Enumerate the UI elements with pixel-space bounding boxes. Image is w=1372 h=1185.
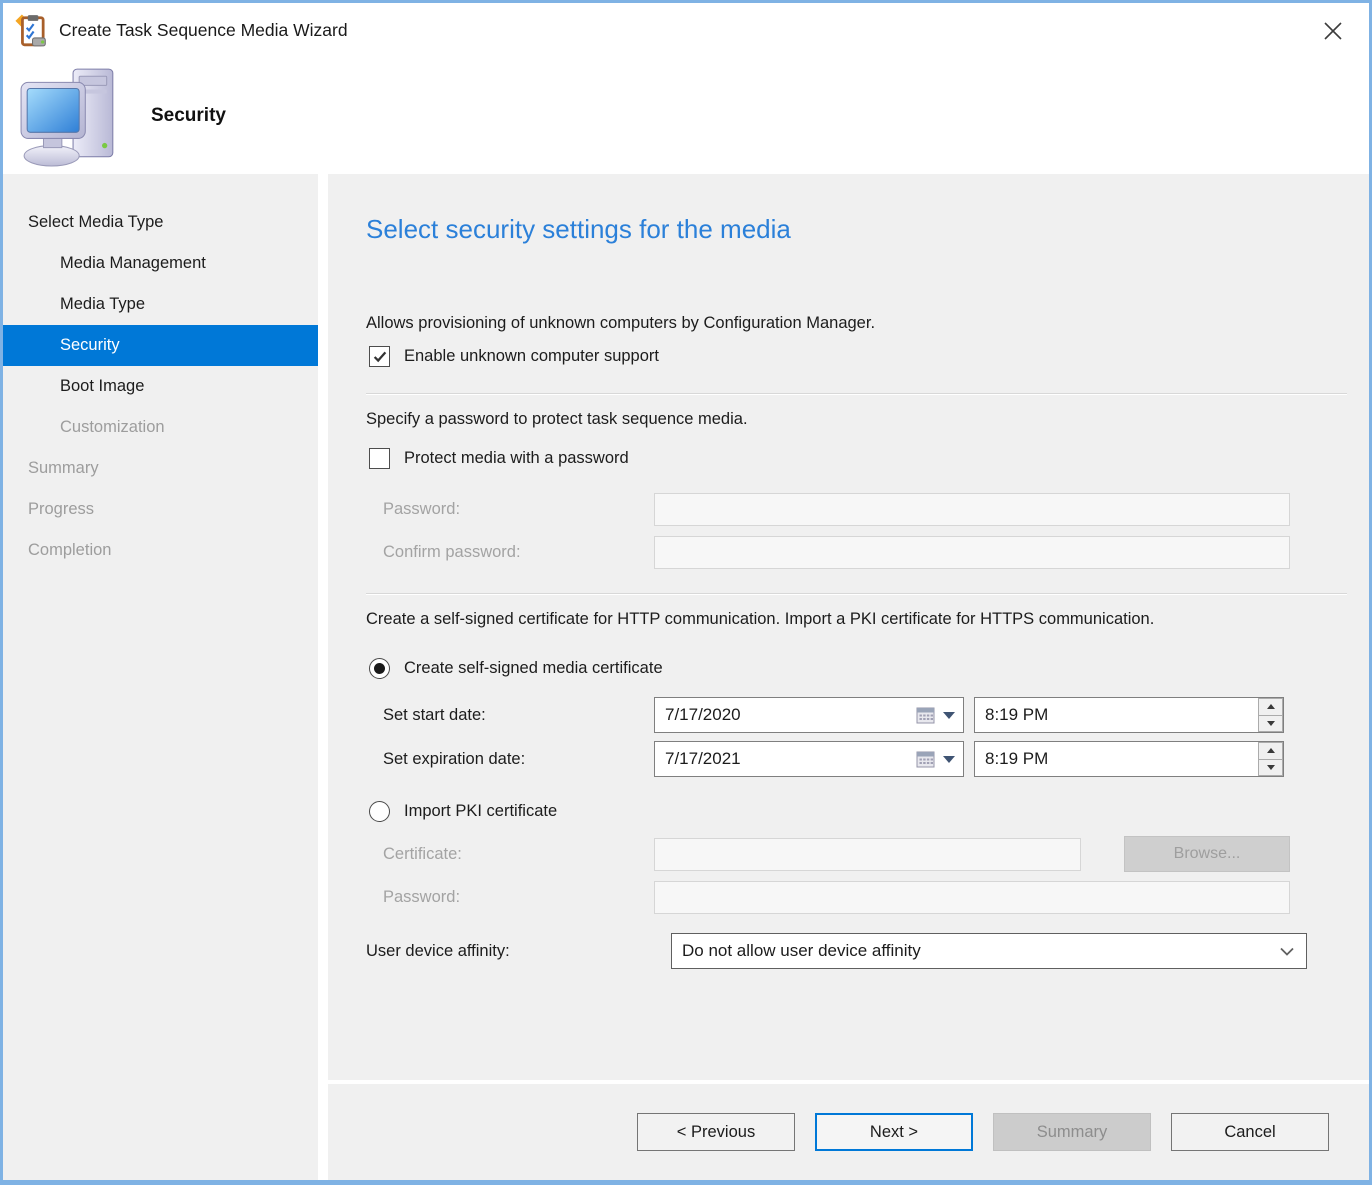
sidebar-item-customization: Customization <box>3 407 318 448</box>
start-time-value: 8:19 PM <box>975 698 1258 732</box>
sidebar-item-summary: Summary <box>3 448 318 489</box>
start-date-row: Set start date: 7/17/2020 <box>366 697 1369 733</box>
wizard-button-bar: < Previous Next > Summary Cancel <box>328 1084 1369 1180</box>
unknown-support-description: Allows provisioning of unknown computers… <box>366 311 1369 336</box>
header-page-label: Security <box>151 105 226 127</box>
expiration-time-field[interactable]: 8:19 PM <box>974 741 1284 777</box>
wizard-header: Security <box>3 58 1369 174</box>
spin-up-icon <box>1267 748 1275 753</box>
start-time-spinner <box>1258 698 1283 732</box>
user-device-affinity-dropdown[interactable]: Do not allow user device affinity <box>671 933 1307 969</box>
section-separator <box>366 393 1347 395</box>
enable-unknown-computer-row: Enable unknown computer support <box>366 346 1369 367</box>
expiration-date-value: 7/17/2021 <box>665 749 916 769</box>
password-section-description: Specify a password to protect task seque… <box>366 407 1369 432</box>
window-title: Create Task Sequence Media Wizard <box>59 20 348 41</box>
spin-up-button[interactable] <box>1258 742 1283 760</box>
certificate-input <box>654 838 1081 871</box>
title-bar: Create Task Sequence Media Wizard <box>3 3 1369 58</box>
spin-down-button[interactable] <box>1258 716 1283 733</box>
password-field-row: Password: <box>366 493 1369 526</box>
start-time-field[interactable]: 8:19 PM <box>974 697 1284 733</box>
import-pki-radio-row: Import PKI certificate <box>366 801 1369 822</box>
user-device-affinity-row: User device affinity: Do not allow user … <box>366 933 1369 969</box>
pki-password-label: Password: <box>366 888 654 907</box>
sidebar-item-progress: Progress <box>3 489 318 530</box>
start-date-label: Set start date: <box>366 706 654 725</box>
content-panel: Select security settings for the media A… <box>328 174 1369 1080</box>
previous-button[interactable]: < Previous <box>637 1113 795 1151</box>
enable-unknown-computer-label: Enable unknown computer support <box>404 347 659 366</box>
import-pki-radio[interactable] <box>369 801 390 822</box>
summary-button: Summary <box>993 1113 1151 1151</box>
start-date-picker[interactable]: 7/17/2020 <box>654 697 964 733</box>
sidebar-item-boot-image: Boot Image <box>3 366 318 407</box>
pki-password-input <box>654 881 1290 914</box>
expiration-date-label: Set expiration date: <box>366 750 654 769</box>
spin-down-button[interactable] <box>1258 760 1283 777</box>
confirm-password-label: Confirm password: <box>366 543 654 562</box>
calendar-icon <box>916 706 936 724</box>
sidebar-item-media-management: Media Management <box>3 243 318 284</box>
page-title: Select security settings for the media <box>366 214 1369 245</box>
app-clipboard-icon <box>15 14 49 48</box>
user-device-affinity-selected-option: Do not allow user device affinity <box>682 941 1280 961</box>
expiration-time-spinner <box>1258 742 1283 776</box>
calendar-icon <box>916 750 936 768</box>
next-button[interactable]: Next > <box>815 1113 973 1151</box>
spin-up-icon <box>1267 704 1275 709</box>
certificate-label: Certificate: <box>366 845 654 864</box>
sidebar-item-select-media-type: Select Media Type <box>3 202 318 243</box>
sidebar-item-media-type: Media Type <box>3 284 318 325</box>
expiration-time-value: 8:19 PM <box>975 742 1258 776</box>
cancel-button[interactable]: Cancel <box>1171 1113 1329 1151</box>
section-separator <box>366 593 1347 595</box>
sidebar-item-security: Security <box>3 325 318 366</box>
protect-media-label: Protect media with a password <box>404 449 629 468</box>
confirm-password-field-row: Confirm password: <box>366 536 1369 569</box>
close-button[interactable] <box>1313 11 1353 51</box>
date-dropdown-arrow-icon <box>943 712 955 719</box>
self-signed-radio-row: Create self-signed media certificate <box>366 658 1369 679</box>
spin-down-icon <box>1267 765 1275 770</box>
confirm-password-input <box>654 536 1290 569</box>
pki-password-field-row: Password: <box>366 881 1369 914</box>
wizard-steps-sidebar: Select Media Type Media Management Media… <box>3 174 318 1180</box>
sidebar-divider <box>318 174 328 1180</box>
wizard-window: Create Task Sequence Media Wizard <box>0 0 1372 1185</box>
sidebar-item-completion: Completion <box>3 530 318 571</box>
self-signed-radio-label: Create self-signed media certificate <box>404 659 663 678</box>
computer-icon <box>19 64 121 168</box>
import-pki-radio-label: Import PKI certificate <box>404 802 557 821</box>
date-dropdown-arrow-icon <box>943 756 955 763</box>
password-input <box>654 493 1290 526</box>
spin-up-button[interactable] <box>1258 698 1283 716</box>
expiration-date-row: Set expiration date: 7/17/2021 <box>366 741 1369 777</box>
certificate-field-row: Certificate: Browse... <box>366 836 1369 872</box>
password-label: Password: <box>366 500 654 519</box>
spin-down-icon <box>1267 721 1275 726</box>
self-signed-radio[interactable] <box>369 658 390 679</box>
chevron-down-icon <box>1280 947 1294 956</box>
protect-media-row: Protect media with a password <box>366 448 1369 469</box>
certificate-section-description: Create a self-signed certificate for HTT… <box>366 607 1246 632</box>
expiration-date-picker[interactable]: 7/17/2021 <box>654 741 964 777</box>
browse-button: Browse... <box>1124 836 1290 872</box>
start-date-value: 7/17/2020 <box>665 705 916 725</box>
close-icon <box>1322 20 1344 42</box>
enable-unknown-computer-checkbox[interactable] <box>369 346 390 367</box>
protect-media-checkbox[interactable] <box>369 448 390 469</box>
user-device-affinity-label: User device affinity: <box>366 942 671 961</box>
